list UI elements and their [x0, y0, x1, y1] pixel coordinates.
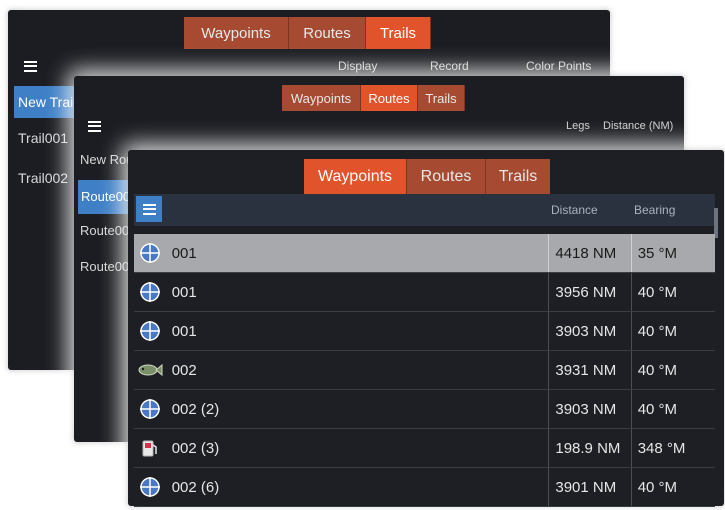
tab-routes[interactable]: Routes: [289, 17, 366, 49]
column-header-color-points: Color Points: [526, 59, 592, 73]
waypoints-panel-tabs: Waypoints Routes Trails: [304, 159, 550, 194]
routes-panel-tabs: Waypoints Routes Trails: [282, 85, 465, 111]
fuel-waypoint-icon: [134, 438, 167, 458]
menu-button[interactable]: [80, 114, 108, 138]
waypoint-name: 001: [171, 283, 197, 301]
tab-trails[interactable]: Trails: [418, 85, 465, 111]
list-item-new-trail[interactable]: New Trail: [14, 86, 80, 118]
list-item-route[interactable]: Route002: [80, 223, 132, 238]
menu-button[interactable]: [136, 196, 162, 222]
table-row[interactable]: 002 (6) 3901 NM 40 °M: [134, 468, 715, 507]
waypoint-bearing: 40 °M: [630, 468, 715, 506]
list-item-route[interactable]: Route003: [80, 259, 132, 274]
waypoint-name: 001: [171, 244, 197, 262]
table-row[interactable]: 001 3956 NM 40 °M: [134, 273, 715, 312]
column-header-legs: Legs: [566, 120, 590, 132]
column-header-distance: Distance (NM): [603, 120, 674, 132]
list-item-route[interactable]: Route001: [78, 180, 133, 214]
waypoint-distance: 3931 NM: [548, 351, 630, 389]
crosshair-waypoint-icon: [134, 320, 167, 342]
crosshair-waypoint-icon: [134, 242, 167, 264]
list-item-trail[interactable]: Trail002: [18, 170, 76, 186]
waypoint-name: 001: [171, 322, 197, 340]
hamburger-icon: [142, 203, 156, 215]
waypoint-bearing: 35 °M: [630, 234, 715, 272]
table-row[interactable]: 001 3903 NM 40 °M: [134, 312, 715, 351]
tab-waypoints[interactable]: Waypoints: [282, 85, 361, 111]
waypoint-name: 002 (6): [171, 478, 220, 496]
waypoint-bearing: 40 °M: [630, 312, 715, 350]
tab-routes[interactable]: Routes: [407, 159, 486, 194]
trails-panel-tabs: Waypoints Routes Trails: [184, 17, 431, 49]
tab-waypoints[interactable]: Waypoints: [304, 159, 407, 194]
hamburger-icon: [23, 60, 37, 72]
list-item-trail[interactable]: Trail001: [18, 130, 76, 146]
waypoint-bearing: 348 °M: [630, 429, 715, 467]
waypoint-distance: 3956 NM: [548, 273, 630, 311]
waypoint-bearing: 40 °M: [630, 390, 715, 428]
tab-routes[interactable]: Routes: [361, 85, 418, 111]
column-header-bearing: Bearing: [634, 203, 676, 217]
crosshair-waypoint-icon: [134, 281, 167, 303]
table-row[interactable]: 002 (2) 3903 NM 40 °M: [134, 390, 715, 429]
waypoint-distance: 198.9 NM: [548, 429, 630, 467]
tab-waypoints[interactable]: Waypoints: [184, 17, 289, 49]
waypoint-name: 002 (2): [171, 400, 220, 418]
list-item-new-route[interactable]: New Route: [80, 152, 132, 167]
crosshair-waypoint-icon: [134, 398, 167, 420]
table-row[interactable]: 002 3931 NM 40 °M: [134, 351, 715, 390]
waypoint-name: 002 (3): [171, 439, 220, 457]
waypoint-name: 002: [171, 361, 197, 379]
table-row[interactable]: 001 4418 NM 35 °M: [134, 234, 715, 273]
table-row[interactable]: 002 (3) 198.9 NM 348 °M: [134, 429, 715, 468]
waypoint-bearing: 40 °M: [630, 351, 715, 389]
column-header-display: Display: [338, 59, 378, 73]
tab-trails[interactable]: Trails: [486, 159, 550, 194]
waypoint-distance: 4418 NM: [548, 234, 630, 272]
waypoint-distance: 3903 NM: [548, 312, 630, 350]
fish-waypoint-icon: [134, 362, 167, 378]
list-header: [134, 194, 715, 226]
column-header-distance: Distance: [551, 203, 598, 217]
crosshair-waypoint-icon: [134, 476, 167, 498]
menu-button[interactable]: [16, 54, 44, 78]
waypoint-bearing: 40 °M: [630, 273, 715, 311]
waypoint-distance: 3901 NM: [548, 468, 630, 506]
hamburger-icon: [87, 120, 101, 132]
waypoint-distance: 3903 NM: [548, 390, 630, 428]
tab-trails[interactable]: Trails: [366, 17, 431, 49]
column-header-record: Record: [430, 59, 469, 73]
